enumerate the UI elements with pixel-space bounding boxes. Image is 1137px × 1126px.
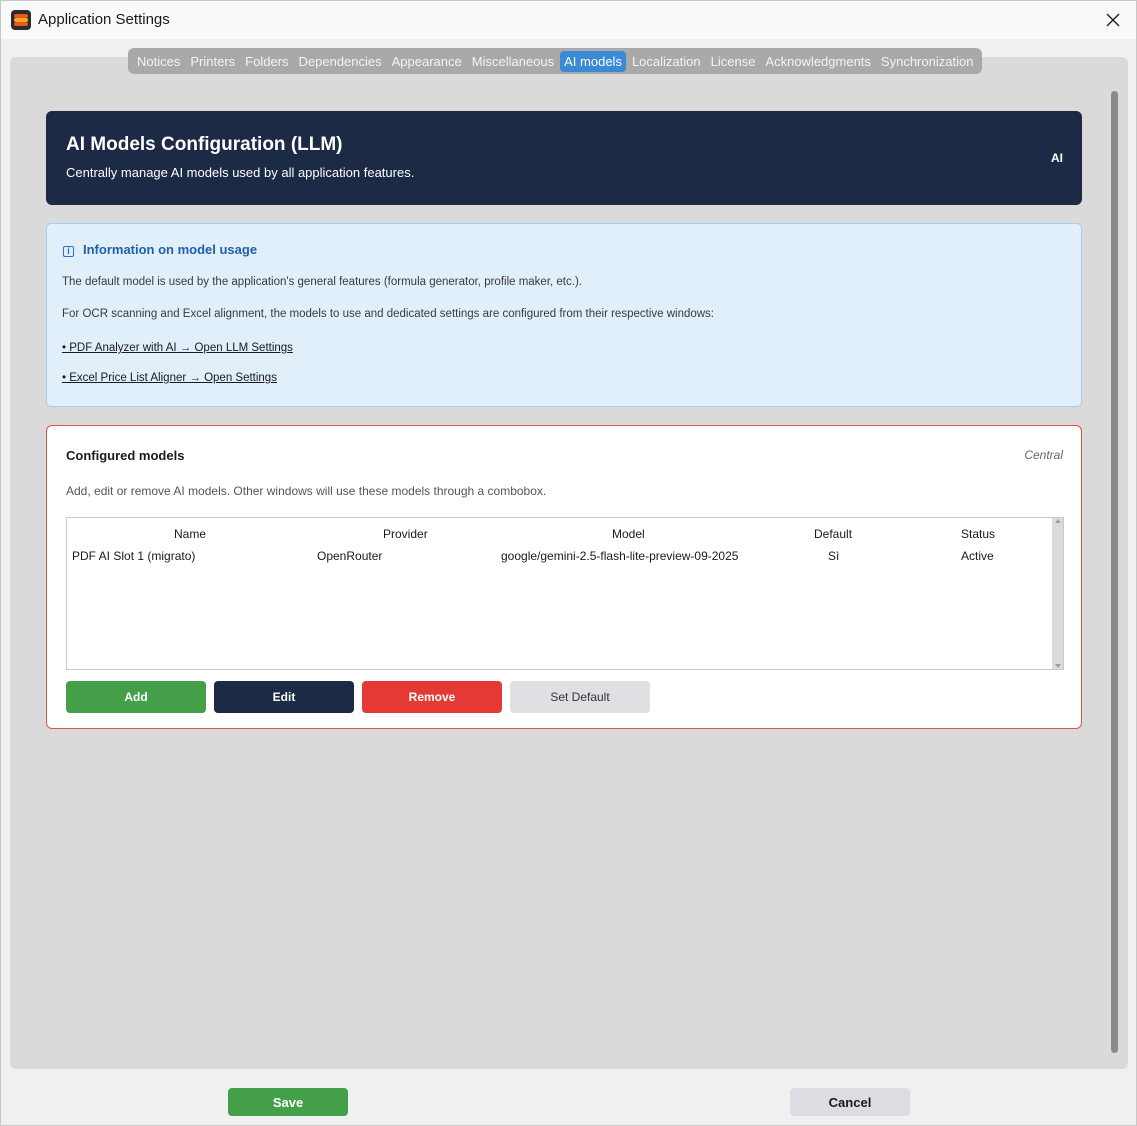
- tab-appearance[interactable]: Appearance: [388, 51, 466, 72]
- tab-ai-models[interactable]: AI models: [560, 50, 626, 72]
- add-model-button[interactable]: Add: [66, 681, 206, 713]
- save-button[interactable]: Save: [228, 1088, 348, 1116]
- info-default-model-text: The default model is used by the applica…: [62, 276, 582, 288]
- tab-notices[interactable]: Notices: [133, 51, 184, 72]
- window-title: Application Settings: [38, 11, 170, 28]
- column-header-default[interactable]: Default: [814, 527, 852, 541]
- tab-folders[interactable]: Folders: [241, 51, 292, 72]
- info-ocr-excel-text: For OCR scanning and Excel alignment, th…: [62, 308, 715, 320]
- scroll-down-arrow-icon[interactable]: [1055, 664, 1061, 668]
- excel-aligner-settings-link[interactable]: • Excel Price List Aligner → Open Settin…: [62, 372, 277, 384]
- column-header-provider[interactable]: Provider: [383, 527, 428, 541]
- cell-status: Active: [961, 549, 994, 563]
- configured-models-panel: Configured models Central Add, edit or r…: [46, 425, 1082, 729]
- cell-name: PDF AI Slot 1 (migrato): [72, 549, 196, 563]
- page-subtitle: Centrally manage AI models used by all a…: [66, 165, 415, 180]
- configured-models-title: Configured models: [66, 448, 185, 463]
- ai-config-header: AI Models Configuration (LLM) Centrally …: [46, 111, 1082, 205]
- info-panel: i Information on model usage The default…: [46, 223, 1082, 407]
- tab-miscellaneous[interactable]: Miscellaneous: [468, 51, 558, 72]
- configured-models-description: Add, edit or remove AI models. Other win…: [66, 484, 547, 498]
- ai-badge: AI: [1051, 151, 1063, 165]
- pdf-analyzer-settings-link[interactable]: • PDF Analyzer with AI → Open LLM Settin…: [62, 342, 293, 354]
- scroll-up-arrow-icon[interactable]: [1055, 519, 1061, 523]
- info-icon: i: [63, 246, 74, 257]
- column-header-status[interactable]: Status: [961, 527, 995, 541]
- page-title: AI Models Configuration (LLM): [66, 134, 343, 155]
- set-default-button[interactable]: Set Default: [510, 681, 650, 713]
- settings-tab-bar: Notices Printers Folders Dependencies Ap…: [128, 48, 983, 74]
- title-bar: Application Settings: [1, 1, 1136, 39]
- app-logo-icon: [11, 10, 31, 30]
- tab-printers[interactable]: Printers: [186, 51, 239, 72]
- info-title: Information on model usage: [83, 242, 258, 257]
- tab-license[interactable]: License: [707, 51, 760, 72]
- central-tag: Central: [1024, 448, 1063, 462]
- cell-model: google/gemini-2.5-flash-lite-preview-09-…: [501, 549, 739, 563]
- edit-model-button[interactable]: Edit: [214, 681, 354, 713]
- tab-dependencies[interactable]: Dependencies: [295, 51, 386, 72]
- table-scrollbar[interactable]: [1052, 518, 1063, 669]
- content-scrollbar[interactable]: [1111, 91, 1118, 1053]
- cancel-button[interactable]: Cancel: [790, 1088, 910, 1116]
- settings-window: Application Settings Notices Printers Fo…: [0, 0, 1137, 1126]
- remove-model-button[interactable]: Remove: [362, 681, 502, 713]
- tab-synchronization[interactable]: Synchronization: [877, 51, 978, 72]
- models-table[interactable]: Name Provider Model Default Status PDF A…: [66, 517, 1064, 670]
- tab-localization[interactable]: Localization: [628, 51, 705, 72]
- close-icon: [1106, 13, 1120, 27]
- tab-acknowledgments[interactable]: Acknowledgments: [761, 51, 875, 72]
- column-header-model[interactable]: Model: [612, 527, 645, 541]
- cell-default: Sì: [828, 549, 840, 563]
- column-header-name[interactable]: Name: [174, 527, 206, 541]
- close-button[interactable]: [1090, 1, 1136, 39]
- cell-provider: OpenRouter: [317, 549, 383, 563]
